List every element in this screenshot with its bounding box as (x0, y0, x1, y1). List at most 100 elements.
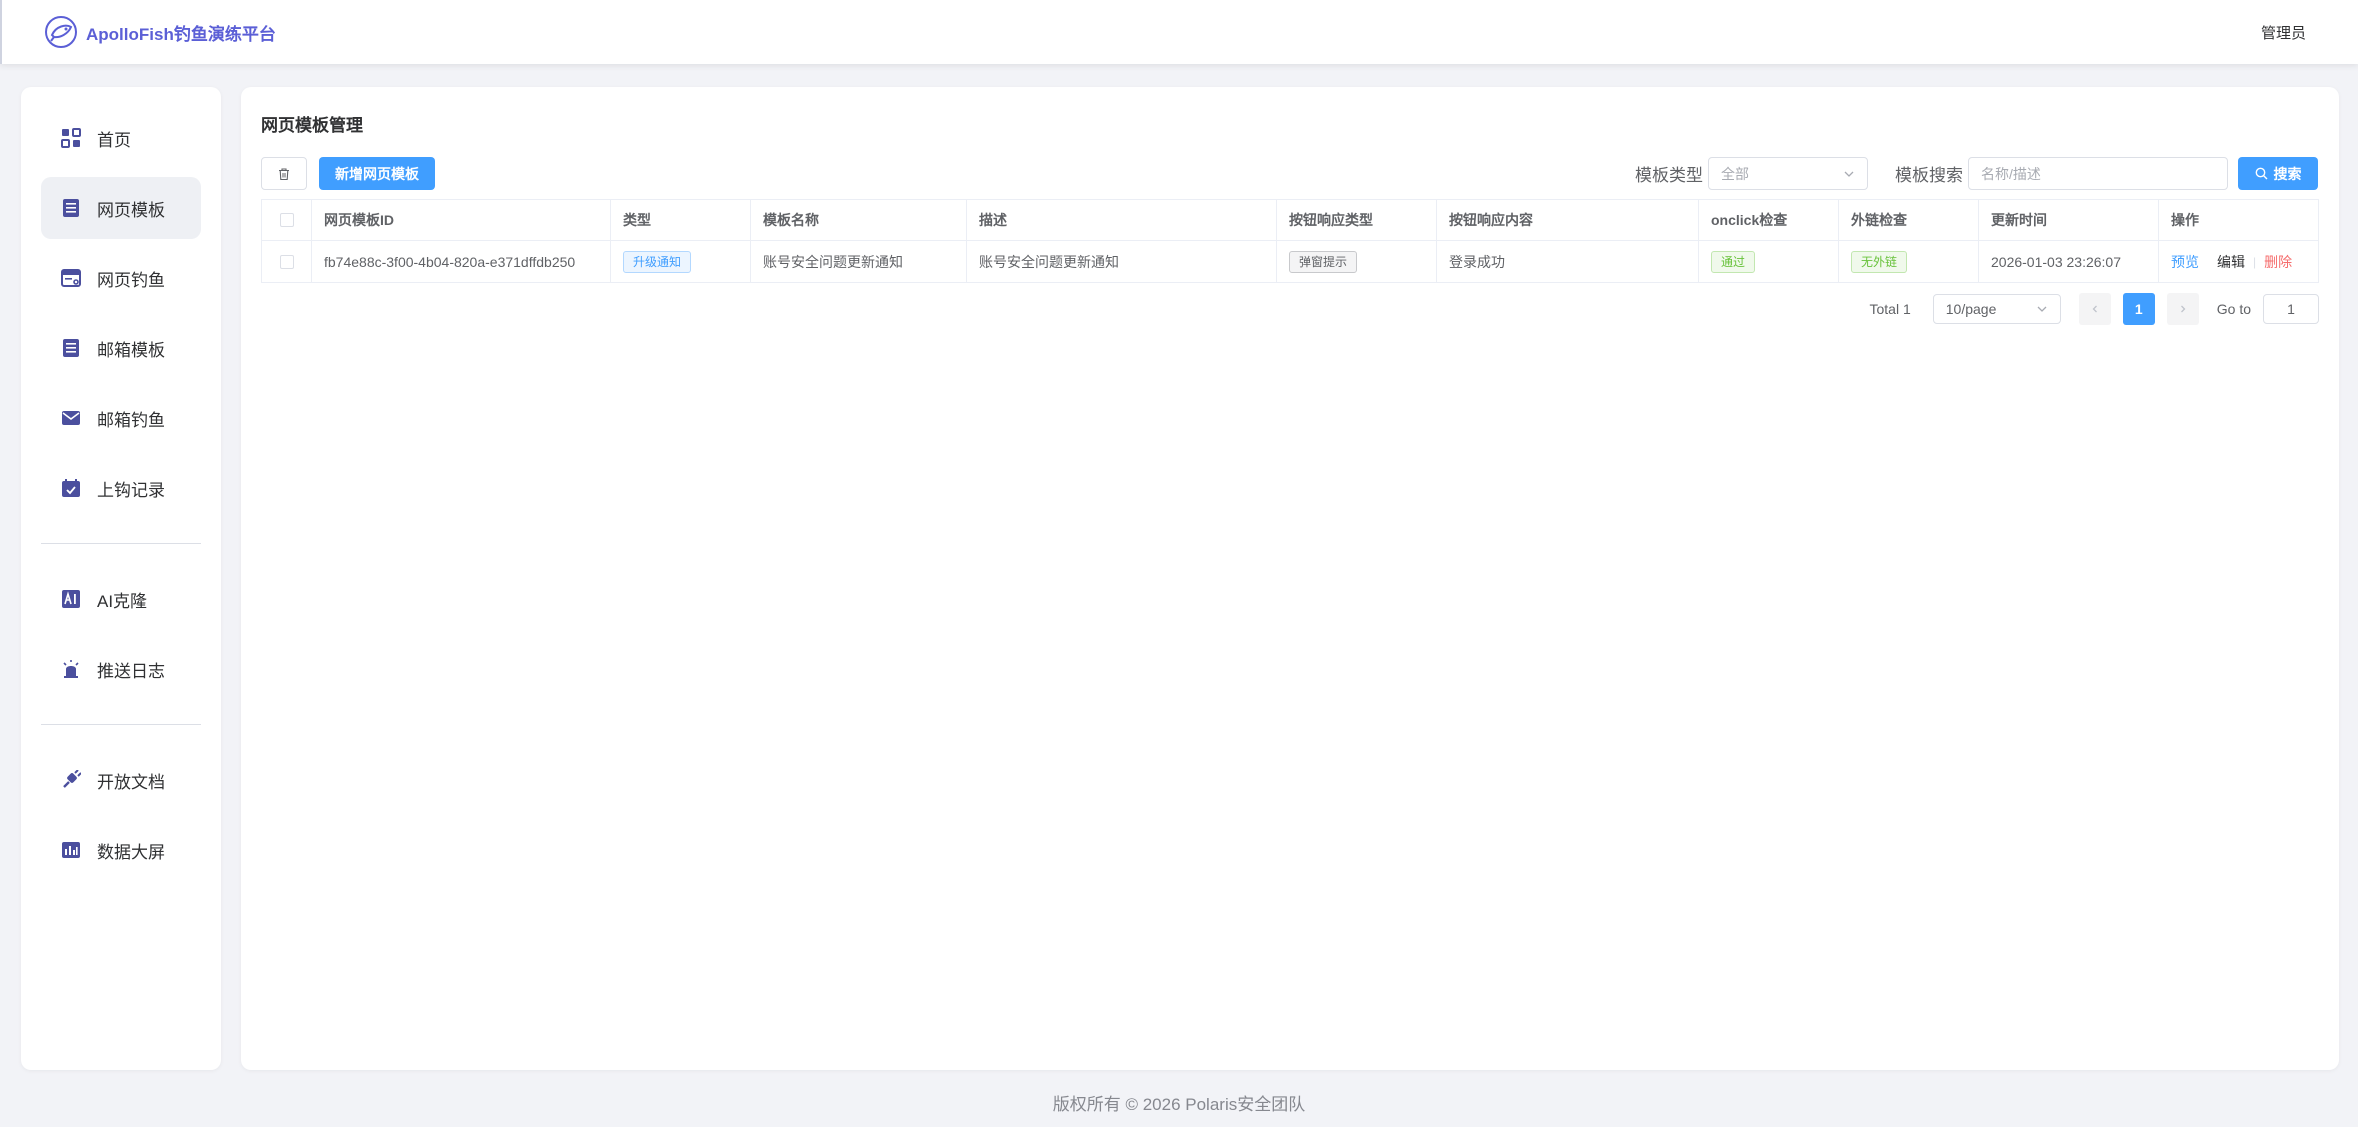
chevron-down-icon (1844, 171, 1854, 177)
column-header: 网页模板ID (312, 200, 611, 240)
row-select-cell (262, 241, 312, 282)
response-type-cell: 弹窗提示 (1277, 241, 1437, 282)
sidebar-item-data-screen[interactable]: 数据大屏 (41, 819, 201, 881)
sidebar: 首页 网页模板 网页钓鱼 邮箱模板 邮箱钓鱼 上钩记录 AI克隆 推送日志 开放… (21, 87, 221, 1070)
prev-page-button[interactable] (2078, 293, 2111, 325)
brand[interactable]: ApolloFish钓鱼演练平台 (44, 15, 276, 49)
edit-link[interactable]: 编辑 (2217, 252, 2245, 272)
sidebar-item-label: 网页模板 (97, 200, 165, 220)
select-all-checkbox[interactable] (279, 213, 294, 227)
chevron-down-icon (2037, 306, 2047, 312)
select-all-cell (262, 200, 312, 240)
template-type-select[interactable]: 全部 (1708, 157, 1868, 190)
template-name-cell: 账号安全问题更新通知 (751, 241, 967, 282)
column-header: 按钮响应类型 (1277, 200, 1437, 240)
sidebar-item-web-phishing[interactable]: 网页钓鱼 (41, 247, 201, 309)
template-id-cell: fb74e88c-3f00-4b04-820a-e371dffdb250 (312, 241, 611, 282)
chevron-left-icon (2092, 305, 2097, 313)
envelope-icon (62, 411, 80, 425)
chevron-right-icon (2180, 305, 2186, 313)
user-menu[interactable]: 管理员 (2261, 22, 2306, 43)
updated-at-cell: 2026-01-03 23:26:07 (1979, 241, 2159, 282)
plug-icon (63, 770, 81, 788)
sidebar-item-push-logs[interactable]: 推送日志 (41, 638, 201, 700)
column-header: 描述 (967, 200, 1277, 240)
bar-chart-icon (62, 842, 80, 858)
pagination: Total 1 10/page 1 Go to (1869, 293, 2319, 325)
batch-delete-button[interactable] (261, 157, 307, 190)
sidebar-item-label: 邮箱钓鱼 (97, 410, 165, 430)
fish-logo-icon (45, 16, 77, 48)
goto-label: Go to (2216, 301, 2251, 317)
sidebar-item-label: 数据大屏 (97, 842, 165, 862)
sidebar-item-label: 首页 (97, 130, 131, 150)
action-separator: | (2253, 254, 2257, 269)
next-page-button[interactable] (2166, 293, 2199, 325)
template-search-label: 模板搜索 (1895, 166, 1963, 185)
sidebar-item-hook-records[interactable]: 上钩记录 (41, 457, 201, 519)
brand-title: ApolloFish钓鱼演练平台 (86, 24, 276, 44)
link-check-cell: 无外链 (1839, 241, 1979, 282)
sidebar-item-ai-clone[interactable]: AI克隆 (41, 568, 201, 630)
page-size-select[interactable]: 10/page (1932, 294, 2061, 324)
sidebar-item-label: 开放文档 (97, 772, 165, 792)
preview-link[interactable]: 预览 (2171, 252, 2199, 272)
sidebar-item-label: 推送日志 (97, 661, 165, 681)
column-header: onclick检查 (1699, 200, 1839, 240)
browser-window-icon (61, 269, 81, 287)
column-header: 模板名称 (751, 200, 967, 240)
row-checkbox[interactable] (279, 254, 294, 269)
onclick-check-tag: 通过 (1711, 250, 1756, 273)
column-header: 类型 (611, 200, 751, 240)
copyright-footer: 版权所有 © 2026 Polaris安全团队 (1052, 1095, 1306, 1114)
response-content-cell: 登录成功 (1437, 241, 1699, 282)
delete-link[interactable]: 删除 (2264, 252, 2292, 272)
ai-icon (62, 590, 80, 608)
sidebar-item-label: 邮箱模板 (97, 340, 165, 360)
page-title: 网页模板管理 (261, 116, 363, 135)
search-icon (2255, 167, 2267, 180)
sidebar-item-email-templates[interactable]: 邮箱模板 (41, 317, 201, 379)
response-type-tag: 弹窗提示 (1289, 250, 1358, 273)
add-web-template-label: 新增网页模板 (335, 165, 419, 182)
description-cell: 账号安全问题更新通知 (967, 241, 1277, 282)
pagination-total: Total 1 (1869, 301, 1911, 317)
alarm-bell-icon (63, 660, 79, 678)
top-header: ApolloFish钓鱼演练平台 管理员 (0, 0, 2358, 64)
sidebar-item-email-phishing[interactable]: 邮箱钓鱼 (41, 387, 201, 449)
search-button[interactable]: 搜索 (2238, 157, 2318, 190)
nav-divider (41, 724, 201, 725)
actions-cell: 预览 编辑 | 删除 (2159, 241, 2318, 282)
trash-icon (279, 167, 289, 180)
dashboard-icon (61, 128, 81, 148)
table-header-row: 网页模板ID 类型 模板名称 描述 按钮响应类型 按钮响应内容 onclick检… (262, 200, 2318, 241)
sidebar-item-open-docs[interactable]: 开放文档 (41, 749, 201, 811)
goto-page-input[interactable] (2263, 294, 2319, 324)
onclick-check-cell: 通过 (1699, 241, 1839, 282)
column-header: 外链检查 (1839, 200, 1979, 240)
template-table: 网页模板ID 类型 模板名称 描述 按钮响应类型 按钮响应内容 onclick检… (261, 199, 2319, 283)
table-row: fb74e88c-3f00-4b04-820a-e371dffdb250 升级通… (262, 241, 2318, 282)
template-type-value: 全部 (1721, 165, 1749, 182)
page-size-value: 10/page (1945, 301, 1997, 317)
sidebar-item-web-templates[interactable]: 网页模板 (41, 177, 201, 239)
column-header: 更新时间 (1979, 200, 2159, 240)
page-number-button[interactable]: 1 (2122, 293, 2155, 325)
main-panel: 网页模板管理 新增网页模板 模板类型 全部 模板搜索 搜索 网页模板ID 类型 (241, 87, 2339, 1070)
add-web-template-button[interactable]: 新增网页模板 (319, 157, 435, 190)
sidebar-item-home[interactable]: 首页 (41, 107, 201, 169)
sidebar-item-label: 上钩记录 (97, 480, 165, 500)
template-type-label: 模板类型 (1635, 166, 1703, 185)
link-check-tag: 无外链 (1851, 250, 1908, 273)
template-search-input[interactable] (1968, 157, 2228, 190)
document-list-icon (63, 199, 79, 217)
type-cell: 升级通知 (611, 241, 751, 282)
calendar-check-icon (62, 479, 80, 497)
column-header: 按钮响应内容 (1437, 200, 1699, 240)
type-tag: 升级通知 (623, 250, 692, 273)
search-button-label: 搜索 (2273, 165, 2302, 182)
column-header: 操作 (2171, 212, 2199, 228)
sidebar-item-label: 网页钓鱼 (97, 270, 165, 290)
sidebar-item-label: AI克隆 (97, 591, 148, 611)
document-list-icon (63, 339, 79, 357)
